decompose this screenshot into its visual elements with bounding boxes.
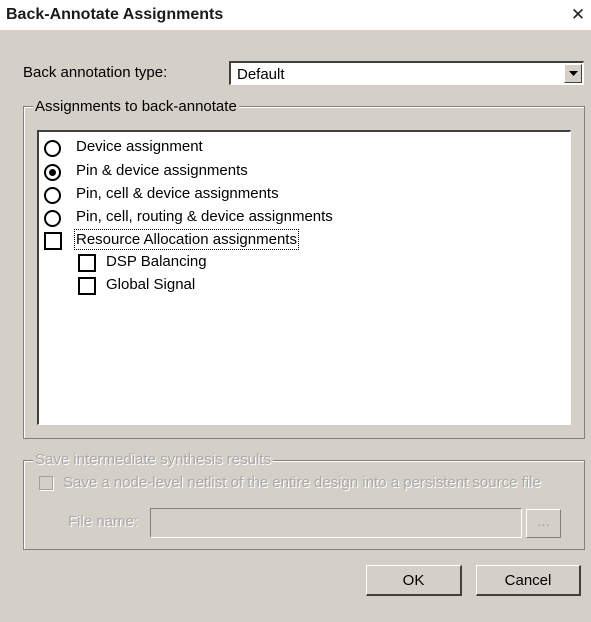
radio-label: Pin, cell, routing & device assignments [76,208,333,225]
radio-button[interactable] [44,187,61,204]
synthesis-group-legend: Save intermediate synthesis results [33,451,273,468]
assignments-group-legend: Assignments to back-annotate [33,98,239,115]
chevron-down-icon[interactable] [564,64,582,83]
title-bar: Back-Annotate Assignments ✕ [0,0,591,30]
close-icon[interactable]: ✕ [568,4,588,26]
annotation-type-label: Back annotation type: [23,64,168,81]
checkbox[interactable] [44,232,62,250]
save-netlist-checkbox[interactable] [39,476,53,490]
radio-label: Pin, cell & device assignments [76,185,279,202]
file-name-input[interactable] [150,508,522,538]
checkbox-label: Global Signal [106,276,196,293]
checkbox[interactable] [78,277,96,295]
window-title: Back-Annotate Assignments [6,6,224,23]
ok-button[interactable]: OK [366,565,462,596]
radio-label: Device assignment [76,138,203,155]
annotation-type-value: Default [237,66,285,83]
checkbox-label: DSP Balancing [106,253,207,270]
checkbox-label: Resource Allocation assignments [74,229,299,250]
assignments-list[interactable]: Device assignment Pin & device assignmen… [37,130,571,425]
browse-button[interactable]: ... [526,509,561,538]
radio-button[interactable] [44,210,61,227]
cancel-button[interactable]: Cancel [476,565,581,596]
save-netlist-label: Save a node-level netlist of the entire … [63,474,541,491]
radio-label: Pin & device assignments [76,162,248,179]
radio-button-selected[interactable] [44,164,61,181]
annotation-type-select[interactable]: Default [229,61,584,85]
checkbox[interactable] [78,254,96,272]
radio-button[interactable] [44,140,61,157]
file-name-label: File name: [68,513,139,530]
